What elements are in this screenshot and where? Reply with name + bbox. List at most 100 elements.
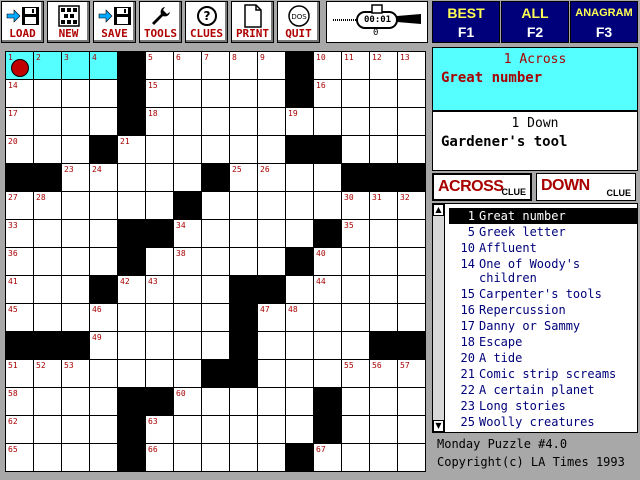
grid-cell[interactable] [342,332,370,360]
grid-cell[interactable]: 40 [314,248,342,276]
grid-cell[interactable]: 4 [90,52,118,80]
grid-cell[interactable] [230,192,258,220]
grid-cell[interactable]: 34 [174,220,202,248]
clue-list-item[interactable]: 17 Danny or Sammy [449,318,637,334]
all-f2-button[interactable]: ALL F2 [501,1,569,43]
grid-cell[interactable] [174,80,202,108]
quit-button[interactable]: DOS QUIT [277,1,320,43]
print-button[interactable]: PRINT [231,1,274,43]
grid-cell[interactable]: 3 [62,52,90,80]
grid-cell[interactable]: 19 [286,108,314,136]
grid-cell[interactable] [314,332,342,360]
grid-cell[interactable] [398,444,426,472]
grid-cell[interactable]: 13 [398,52,426,80]
grid-cell[interactable] [286,332,314,360]
clue-list-item[interactable]: 10 Affluent [449,240,637,256]
grid-cell[interactable] [258,108,286,136]
clue-list-item[interactable]: 21 Comic strip screams [449,366,637,382]
grid-cell[interactable] [258,388,286,416]
grid-cell[interactable]: 67 [314,444,342,472]
grid-cell[interactable] [34,136,62,164]
grid-cell[interactable] [34,80,62,108]
grid-cell[interactable] [342,276,370,304]
grid-cell[interactable] [90,416,118,444]
grid-cell[interactable]: 10 [314,52,342,80]
grid-cell[interactable] [370,276,398,304]
clue-list-item[interactable]: 15 Carpenter's tools [449,286,637,302]
grid-cell[interactable] [398,80,426,108]
grid-cell[interactable] [258,220,286,248]
grid-cell[interactable]: 56 [370,360,398,388]
grid-cell[interactable]: 17 [6,108,34,136]
grid-cell[interactable]: 24 [90,164,118,192]
tools-button[interactable]: TOOLS [139,1,182,43]
grid-cell[interactable]: 44 [314,276,342,304]
grid-cell[interactable] [398,136,426,164]
grid-cell[interactable] [34,388,62,416]
grid-cell[interactable] [62,248,90,276]
grid-cell[interactable]: 36 [6,248,34,276]
grid-cell[interactable] [342,388,370,416]
grid-cell[interactable]: 58 [6,388,34,416]
grid-cell[interactable] [258,248,286,276]
grid-cell[interactable]: 33 [6,220,34,248]
grid-cell[interactable] [202,136,230,164]
grid-cell[interactable] [230,388,258,416]
grid-cell[interactable] [34,416,62,444]
grid-cell[interactable] [398,108,426,136]
load-button[interactable]: LOAD [1,1,44,43]
grid-cell[interactable]: 38 [174,248,202,276]
grid-cell[interactable]: 8 [230,52,258,80]
grid-cell[interactable]: 27 [6,192,34,220]
grid-cell[interactable] [342,136,370,164]
grid-cell[interactable] [342,444,370,472]
grid-cell[interactable] [258,136,286,164]
grid-cell[interactable] [90,444,118,472]
tab-across-clues[interactable]: ACROSS CLUE [432,173,532,201]
clue-list-item[interactable]: 18 Escape [449,334,637,350]
grid-cell[interactable] [398,304,426,332]
grid-cell[interactable] [314,108,342,136]
clue-list-item[interactable]: 5 Greek letter [449,224,637,240]
grid-cell[interactable] [230,80,258,108]
grid-cell[interactable]: 16 [314,80,342,108]
grid-cell[interactable]: 57 [398,360,426,388]
grid-cell[interactable] [118,304,146,332]
grid-cell[interactable] [230,416,258,444]
grid-cell[interactable]: 47 [258,304,286,332]
grid-cell[interactable] [342,416,370,444]
clue-list-item[interactable]: 1 Great number [449,208,637,224]
grid-cell[interactable]: 20 [6,136,34,164]
grid-cell[interactable] [202,248,230,276]
grid-cell[interactable]: 63 [146,416,174,444]
grid-cell[interactable] [230,248,258,276]
grid-cell[interactable] [174,276,202,304]
grid-cell[interactable] [62,444,90,472]
grid-cell[interactable]: 32 [398,192,426,220]
grid-cell[interactable] [398,416,426,444]
grid-cell[interactable] [146,136,174,164]
grid-cell[interactable] [174,136,202,164]
grid-cell[interactable]: 5 [146,52,174,80]
tab-down-clues[interactable]: DOWN CLUE [536,173,636,201]
grid-cell[interactable]: 15 [146,80,174,108]
grid-cell[interactable] [146,304,174,332]
grid-cell[interactable]: 35 [342,220,370,248]
grid-cell[interactable] [202,80,230,108]
grid-cell[interactable] [202,192,230,220]
grid-cell[interactable] [90,80,118,108]
grid-cell[interactable] [286,164,314,192]
grid-cell[interactable] [314,360,342,388]
grid-cell[interactable]: 9 [258,52,286,80]
grid-cell[interactable] [370,388,398,416]
grid-cell[interactable]: 14 [6,80,34,108]
grid-cell[interactable] [202,416,230,444]
grid-cell[interactable] [202,304,230,332]
grid-cell[interactable] [230,108,258,136]
grid-cell[interactable] [90,248,118,276]
grid-cell[interactable] [202,332,230,360]
grid-cell[interactable] [202,220,230,248]
grid-cell[interactable] [90,108,118,136]
grid-cell[interactable] [202,276,230,304]
grid-cell[interactable] [202,388,230,416]
